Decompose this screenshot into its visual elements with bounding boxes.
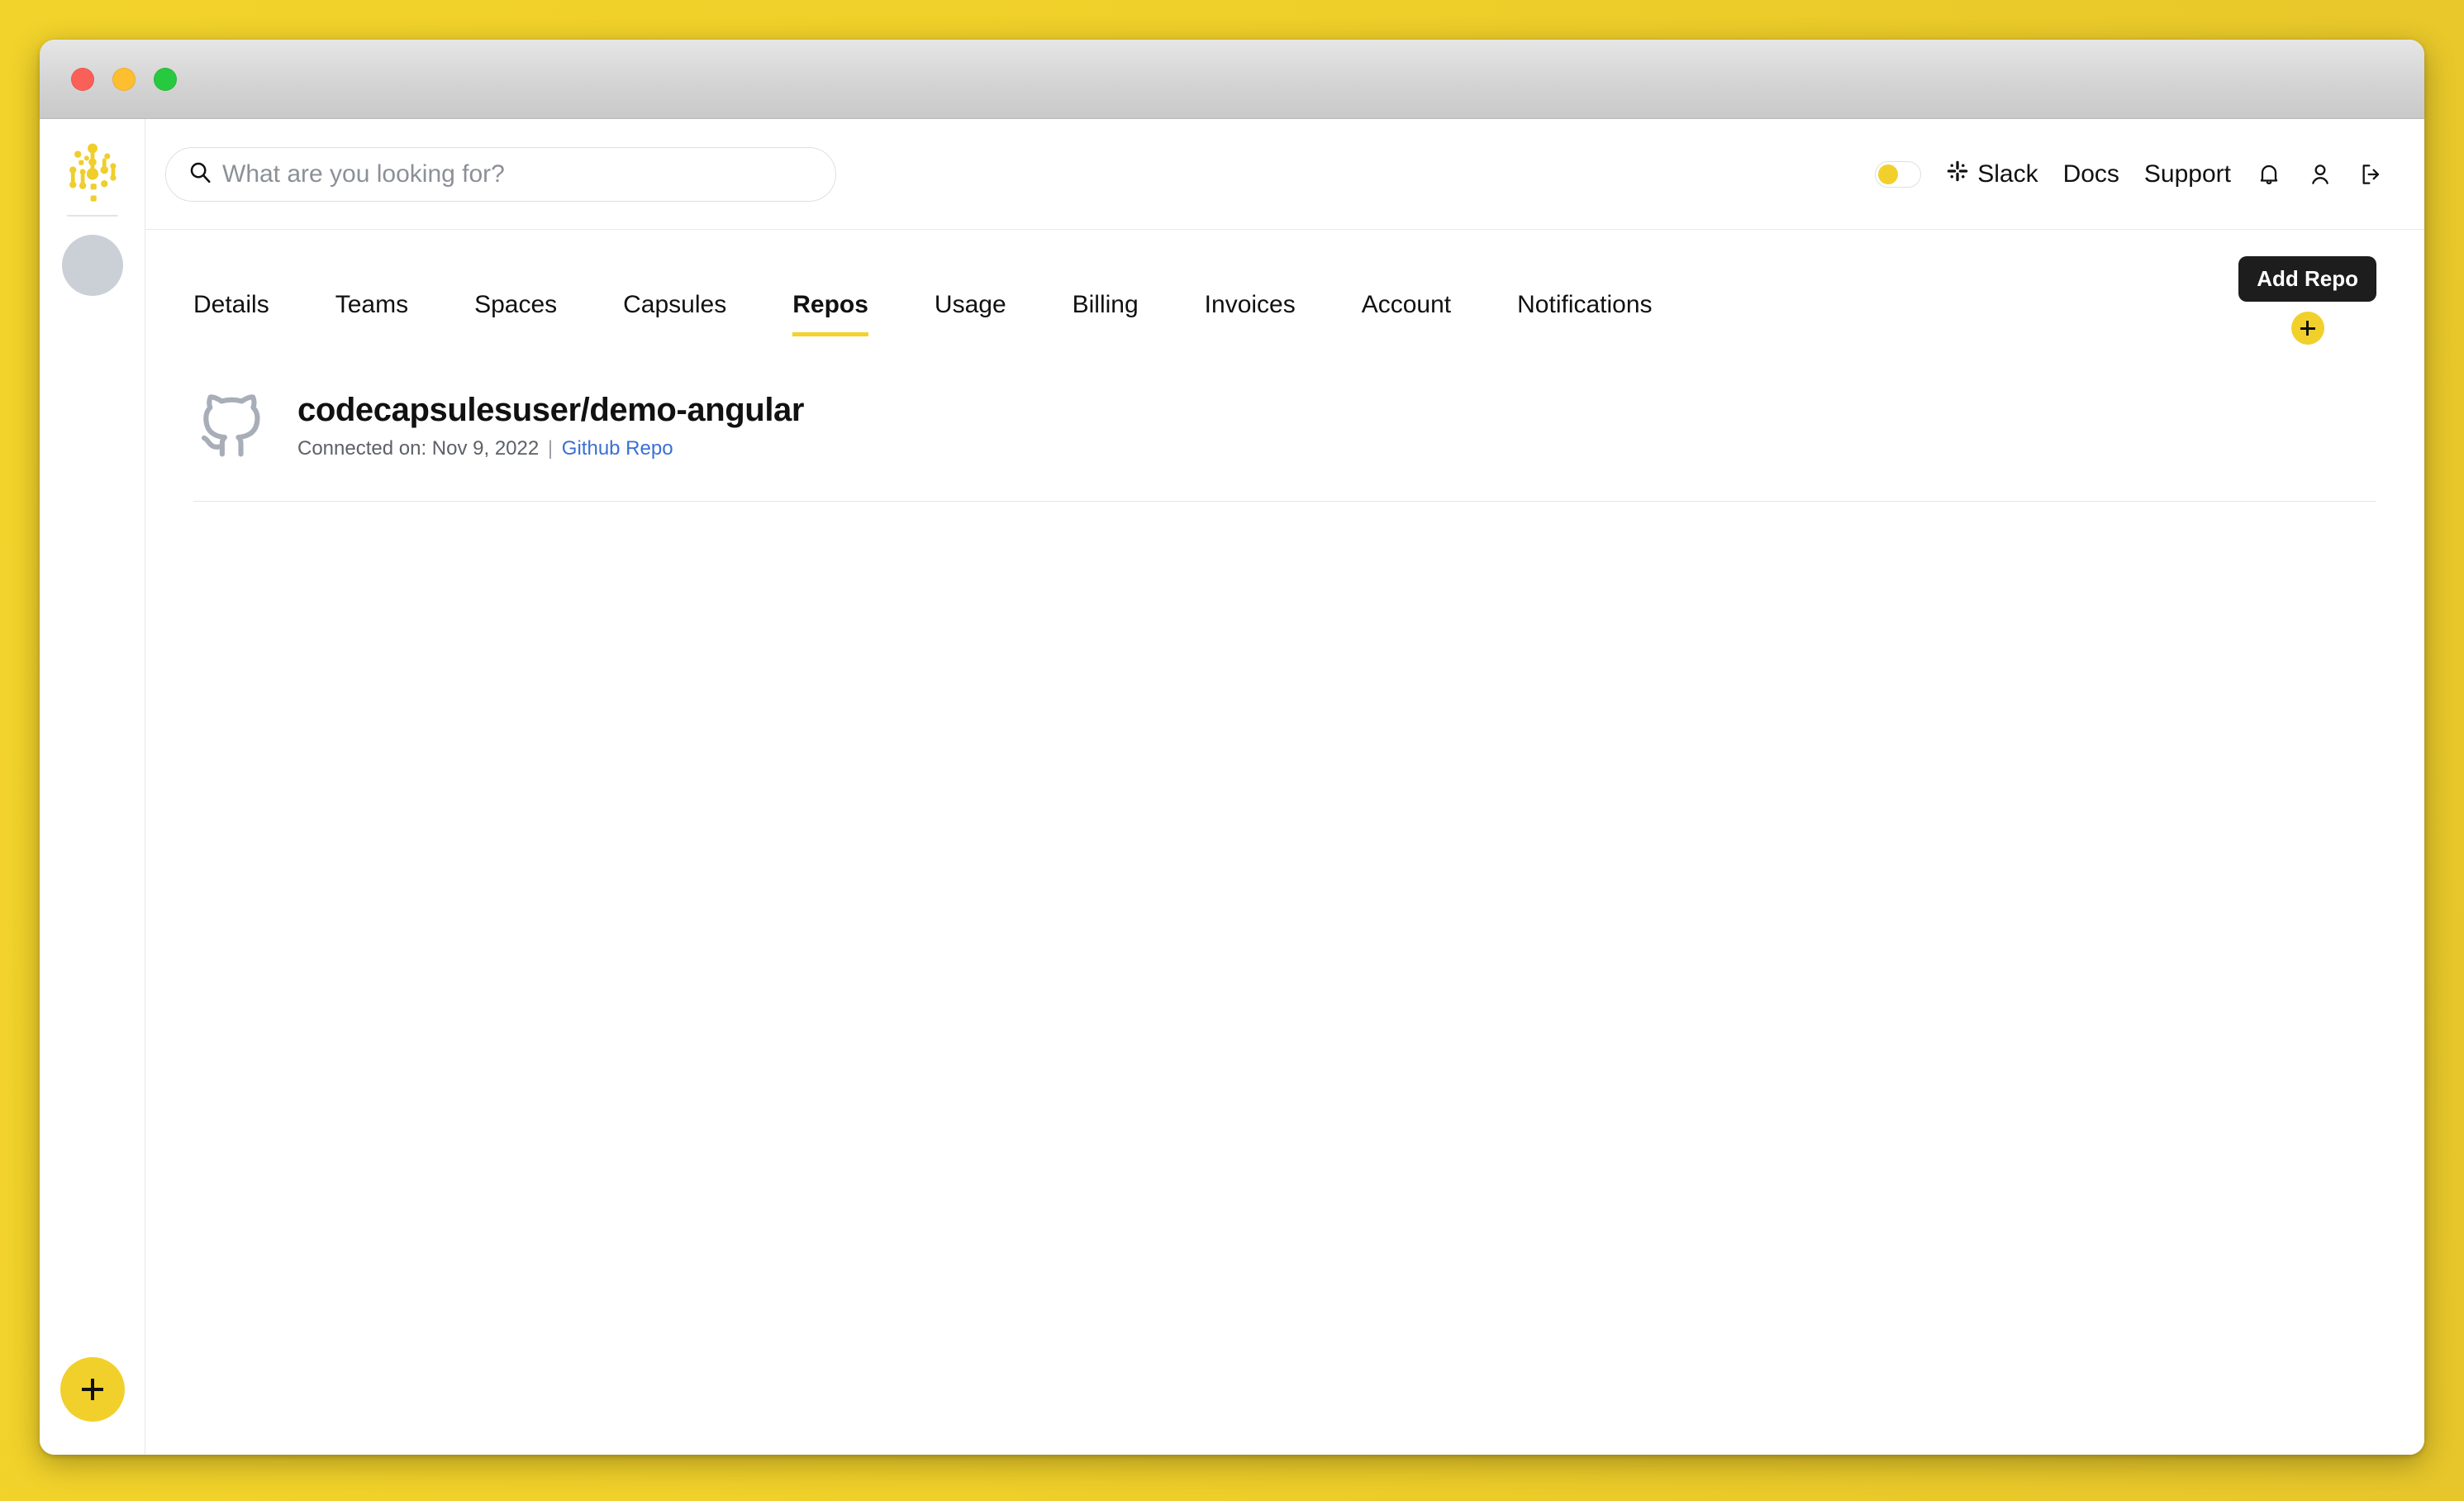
toggle-knob: [1878, 164, 1899, 184]
github-repo-link[interactable]: Github Repo: [562, 437, 673, 460]
tab-invoices[interactable]: Invoices: [1205, 291, 1296, 336]
tab-details[interactable]: Details: [193, 291, 269, 336]
code-capsules-logo[interactable]: [61, 141, 124, 203]
support-link[interactable]: Support: [2144, 160, 2231, 188]
github-icon: [193, 386, 269, 466]
create-new-button[interactable]: [59, 1357, 125, 1422]
search-container[interactable]: [165, 146, 836, 202]
meta-separator: |: [547, 437, 554, 460]
minimize-window-button[interactable]: [112, 67, 136, 91]
theme-toggle[interactable]: [1875, 160, 1922, 188]
user-account-icon[interactable]: [2307, 161, 2333, 188]
tab-account[interactable]: Account: [1362, 291, 1451, 336]
add-repo-button[interactable]: [2290, 312, 2324, 345]
tab-notifications[interactable]: Notifications: [1517, 291, 1652, 336]
close-window-button[interactable]: [71, 67, 94, 91]
tab-bar: Details Teams Spaces Capsules Repos Usag…: [145, 256, 2424, 345]
repo-list: codecapsulesuser/demo-angular Connected …: [145, 374, 2424, 502]
sidebar-divider: [66, 215, 118, 217]
app-root: Slack Docs Support: [40, 119, 2424, 1455]
header-actions: Slack Docs Support: [1875, 160, 2385, 189]
add-repo-container: Add Repo: [2238, 256, 2376, 345]
table-row[interactable]: codecapsulesuser/demo-angular Connected …: [193, 374, 2376, 502]
slack-label: Slack: [1977, 160, 2038, 188]
docs-link[interactable]: Docs: [2063, 160, 2119, 188]
top-header: Slack Docs Support: [145, 119, 2424, 230]
slack-icon: [1946, 160, 1969, 189]
repo-info: codecapsulesuser/demo-angular Connected …: [297, 392, 804, 460]
window-titlebar: [40, 40, 2424, 119]
support-label: Support: [2143, 160, 2231, 188]
browser-window: Slack Docs Support: [40, 40, 2424, 1455]
tab-spaces[interactable]: Spaces: [474, 291, 557, 336]
plus-icon: [80, 1377, 105, 1402]
sidebar: [40, 119, 145, 1455]
sidebar-fab-container: [40, 1357, 145, 1422]
add-repo-tooltip: Add Repo: [2238, 256, 2376, 302]
repo-name: codecapsulesuser/demo-angular: [297, 392, 805, 428]
user-avatar[interactable]: [61, 235, 123, 296]
content-area: Details Teams Spaces Capsules Repos Usag…: [145, 230, 2424, 1455]
zoom-window-button[interactable]: [154, 67, 177, 91]
main-column: Slack Docs Support: [145, 119, 2424, 1455]
tab-billing[interactable]: Billing: [1073, 291, 1139, 336]
tab-capsules[interactable]: Capsules: [623, 291, 726, 336]
slack-link[interactable]: Slack: [1946, 160, 2038, 189]
search-icon: [188, 160, 212, 188]
connected-prefix: Connected on:: [297, 437, 427, 460]
tab-usage[interactable]: Usage: [935, 291, 1006, 336]
connected-date: Nov 9, 2022: [431, 437, 540, 460]
traffic-lights: [71, 67, 177, 91]
repo-meta: Connected on: Nov 9, 2022 | Github Repo: [297, 437, 804, 460]
tabs: Details Teams Spaces Capsules Repos Usag…: [193, 291, 1719, 336]
tab-teams[interactable]: Teams: [335, 291, 408, 336]
search-input[interactable]: [222, 160, 814, 188]
logout-icon[interactable]: [2358, 161, 2385, 188]
tab-repos[interactable]: Repos: [792, 291, 868, 336]
docs-label: Docs: [2062, 160, 2119, 188]
notifications-bell-icon[interactable]: [2256, 161, 2282, 188]
